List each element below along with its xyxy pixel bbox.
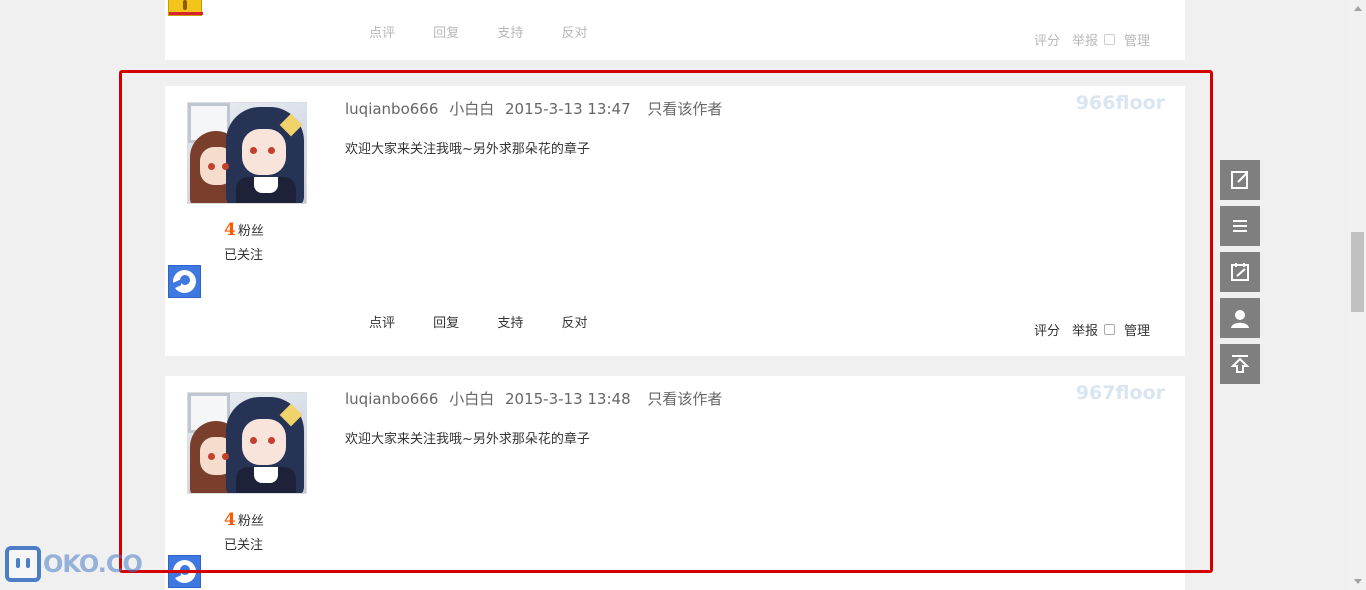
page-scrollbar[interactable] xyxy=(1349,0,1366,590)
user-icon xyxy=(1231,310,1249,328)
manage-checkbox[interactable] xyxy=(1103,34,1115,45)
user-button[interactable] xyxy=(1220,298,1260,338)
scrollbar-thumb[interactable] xyxy=(1351,232,1364,312)
back-to-top-icon xyxy=(1230,355,1250,373)
edit-button[interactable] xyxy=(1220,160,1260,200)
oppose-link[interactable]: 反对 xyxy=(561,22,587,41)
report-link[interactable]: 举报 xyxy=(1072,30,1098,49)
watermark-logo-icon xyxy=(5,546,41,582)
comment-link[interactable]: 点评 xyxy=(369,22,395,41)
post-actions: 点评 回复 支持 反对 xyxy=(369,22,621,41)
reply-link[interactable]: 回复 xyxy=(433,22,459,41)
scroll-up-arrow-icon[interactable] xyxy=(1349,0,1366,17)
support-link[interactable]: 支持 xyxy=(497,22,523,41)
highlight-box xyxy=(119,70,1213,573)
watermark-logo: OKO.CO xyxy=(5,546,143,582)
warning-badge-icon xyxy=(168,0,203,16)
post-card-previous: 点评 回复 支持 反对 评分 举报 管理 xyxy=(165,0,1185,60)
new-post-button[interactable] xyxy=(1220,252,1260,292)
rate-link[interactable]: 评分 xyxy=(1034,30,1060,49)
scroll-down-arrow-icon[interactable] xyxy=(1349,573,1366,590)
back-to-top-button[interactable] xyxy=(1220,344,1260,384)
edit-icon xyxy=(1231,171,1248,189)
menu-icon xyxy=(1233,220,1247,232)
menu-button[interactable] xyxy=(1220,206,1260,246)
post-meta: 评分 举报 管理 xyxy=(1022,30,1150,49)
watermark-text: OKO.CO xyxy=(43,550,143,578)
new-post-icon xyxy=(1231,263,1249,281)
manage-link[interactable]: 管理 xyxy=(1124,30,1150,49)
